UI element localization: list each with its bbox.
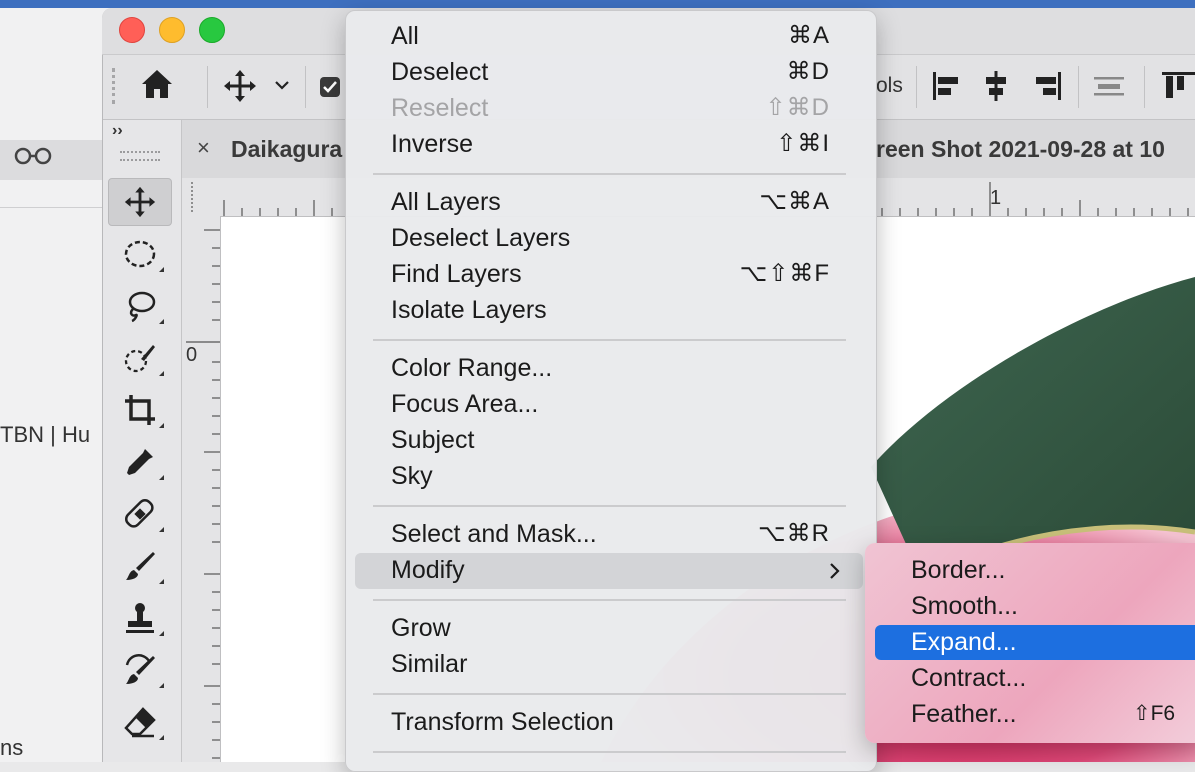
brush-tool[interactable] [108,542,172,590]
healing-brush-tool[interactable] [108,490,172,538]
shortcut-label: ⌘A [787,22,830,49]
move-tool[interactable] [108,178,172,226]
menu-item-sky[interactable]: Sky [391,458,433,494]
background-divider [0,207,110,208]
lasso-tool[interactable] [108,282,172,330]
zoom-window-button[interactable] [199,17,225,43]
shortcut-label: ⇧F6 [1133,702,1176,725]
toolbox-grip[interactable] [120,151,160,161]
menu-item-subject[interactable]: Subject [391,422,474,458]
align-horizontal-center-icon[interactable] [982,70,1010,107]
menu-item-modify[interactable]: Modify [391,552,465,588]
menu-item-all-layers[interactable]: All Layers [391,184,501,220]
background-text: TBN | Hu [0,422,91,447]
chevron-down-icon[interactable] [274,78,290,96]
submenu-item-contract[interactable]: Contract... [911,660,1026,696]
quick-selection-tool[interactable] [108,334,172,382]
eyedropper-tool[interactable] [108,438,172,486]
menu-item-grow[interactable]: Grow [391,610,451,646]
toolbar-divider [1144,66,1145,108]
submenu-item-smooth[interactable]: Smooth... [911,588,1018,624]
menu-item-focus-area[interactable]: Focus Area... [391,386,538,422]
menu-item-color-range[interactable]: Color Range... [391,350,552,386]
clone-stamp-tool[interactable] [108,594,172,642]
shortcut-label: ⌘D [786,58,830,85]
options-bar-label: ols [876,74,903,97]
align-top-icon[interactable] [1162,70,1195,107]
toolbar-divider [207,66,208,108]
ruler-mark-label: 0 [186,344,198,366]
move-icon[interactable] [222,68,258,109]
options-bar-grip[interactable] [112,68,119,104]
shortcut-label: ⌥⇧⌘F [739,260,830,287]
background-text: ns [0,735,24,760]
close-tab-icon[interactable]: × [197,135,210,161]
crop-tool[interactable] [108,386,172,434]
ruler-mark-label: 1 [990,187,1002,209]
menu-item-inverse[interactable]: Inverse [391,126,473,162]
menu-bar-strip [0,0,1195,8]
menu-item-reselect: Reselect [391,94,489,122]
close-window-button[interactable] [119,17,145,43]
menu-item-all[interactable]: All [391,18,419,54]
shortcut-label: ⇧⌘I [776,130,830,157]
menu-item-find-layers[interactable]: Find Layers [391,256,522,292]
document-tab-title[interactable]: Daikagura [231,136,342,163]
menu-item-similar[interactable]: Similar [391,646,467,682]
ellipse-marquee-tool[interactable] [108,230,172,278]
menu-item-select-and-mask[interactable]: Select and Mask... [391,516,597,552]
auto-select-checkbox[interactable] [320,77,340,97]
menu-separator [373,599,846,601]
background-window [0,8,110,762]
home-icon[interactable] [140,68,174,108]
menu-separator [373,693,846,695]
menu-separator [373,339,846,341]
align-right-icon[interactable] [1034,70,1062,107]
collapse-panels-button[interactable]: ›› [112,122,123,140]
align-middle-icon[interactable] [1092,74,1126,103]
history-brush-tool[interactable] [108,646,172,694]
menu-item-deselect-layers[interactable]: Deselect Layers [391,220,570,256]
menu-separator [373,751,846,753]
menu-separator [373,173,846,175]
chevron-right-icon [828,561,842,586]
document-tab-title[interactable]: reen Shot 2021-09-28 at 10 [876,136,1165,163]
submenu-item-feather[interactable]: Feather... [911,696,1017,732]
vertical-ruler: 0 [182,216,221,762]
shortcut-label: ⌥⌘A [759,188,830,215]
menu-item-isolate-layers[interactable]: Isolate Layers [391,292,547,328]
shortcut-label: ⌥⌘R [758,520,830,547]
menu-item-deselect[interactable]: Deselect [391,54,488,90]
align-left-icon[interactable] [932,70,960,107]
shortcut-label: ⇧⌘D [765,94,830,121]
toolbar-divider [1078,66,1079,108]
toolbar-divider [305,66,306,108]
toolbar-divider [916,66,917,108]
submenu-item-expand[interactable]: Expand... [911,624,1017,660]
submenu-item-border[interactable]: Border... [911,552,1006,588]
eraser-tool[interactable] [108,698,172,746]
minimize-window-button[interactable] [159,17,185,43]
menu-item-transform-selection[interactable]: Transform Selection [391,704,614,740]
reading-list-icon[interactable] [14,146,52,172]
menu-separator [373,505,846,507]
